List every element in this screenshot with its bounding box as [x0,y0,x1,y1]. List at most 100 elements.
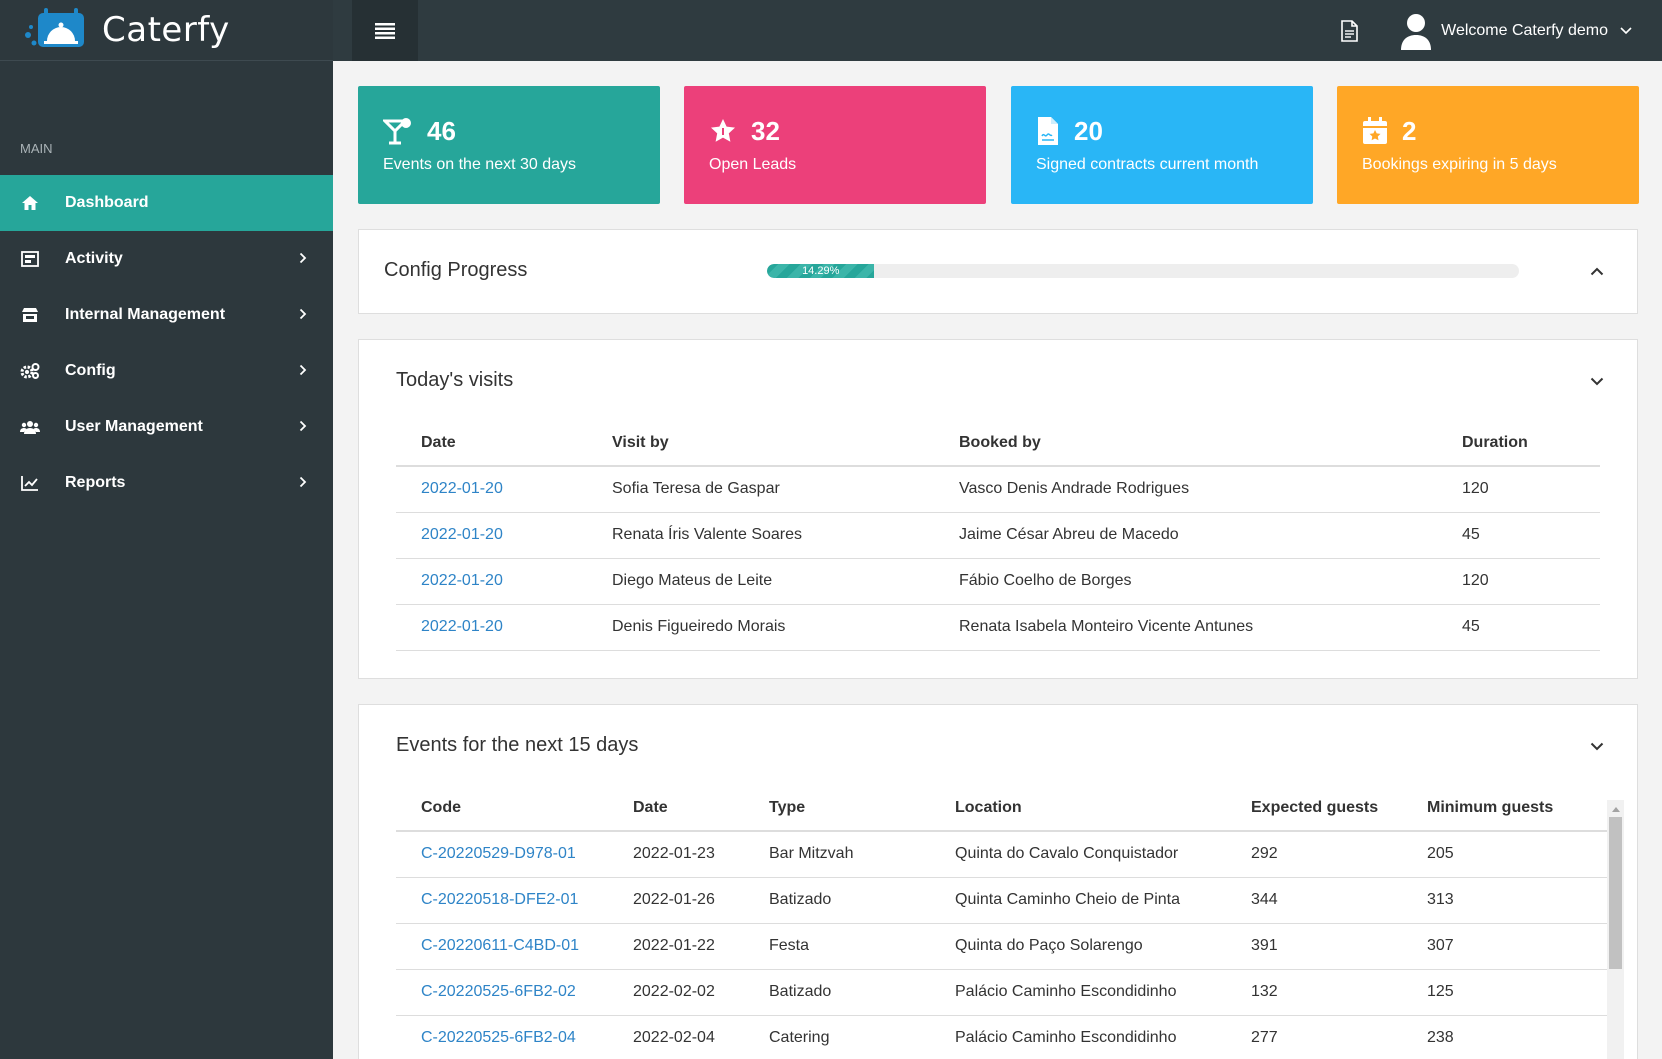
expected-guests-cell: 292 [1226,831,1402,878]
visit-date-link[interactable]: 2022-01-20 [421,572,503,589]
expected-guests-cell: 277 [1226,1015,1402,1059]
documents-button[interactable] [1329,11,1369,51]
column-header[interactable]: Booked by [934,420,1437,467]
visit-date-cell: 2022-01-20 [396,466,587,513]
column-header[interactable]: Duration [1437,420,1600,467]
sidebar-item-user-management[interactable]: User Management [0,399,333,455]
column-header[interactable]: Date [396,420,587,467]
chevron-right-icon [299,476,307,488]
minimum-guests-cell: 205 [1402,831,1607,878]
column-header[interactable]: Location [930,785,1226,832]
collapse-button[interactable] [1585,259,1609,283]
chevron-right-icon [299,420,307,432]
column-header[interactable]: Type [744,785,930,832]
sidebar-item-internal-management[interactable]: Internal Management [0,287,333,343]
config-progress-fill: 14.29% [767,264,875,278]
caterfy-logo-icon [22,5,96,55]
brand-name: Caterfy [102,10,230,50]
config-progress-card: Config Progress 14.29% [358,229,1638,314]
scroll-up-arrow-icon[interactable] [1607,800,1624,817]
sidebar-item-config[interactable]: Config [0,343,333,399]
date-cell: 2022-01-23 [608,831,744,878]
type-cell: Catering [744,1015,930,1059]
stat-card-events[interactable]: 46 Events on the next 30 days [358,86,660,204]
chevron-right-icon [299,308,307,320]
booked-by-cell: Jaime César Abreu de Macedo [934,512,1437,559]
column-header[interactable]: Expected guests [1226,785,1402,832]
stat-label: Bookings expiring in 5 days [1362,156,1557,173]
sidebar-item-reports[interactable]: Reports [0,455,333,511]
sidebar-section-label: MAIN [20,141,53,156]
upcoming-events-card: Events for the next 15 days Code Date Ty… [358,704,1638,1059]
collapse-button[interactable] [1585,369,1609,393]
sidebar-item-activity[interactable]: Activity [0,231,333,287]
chevron-down-icon [1590,377,1604,385]
visit-date-link[interactable]: 2022-01-20 [421,480,503,497]
duration-cell: 45 [1437,604,1600,651]
gears-icon [20,361,40,381]
code-cell: C-20220518-DFE2-01 [396,877,608,924]
code-cell: C-20220525-6FB2-04 [396,1015,608,1059]
location-cell: Quinta Caminho Cheio de Pinta [930,877,1226,924]
type-cell: Batizado [744,969,930,1016]
event-code-link[interactable]: C-20220518-DFE2-01 [421,891,578,908]
table-row: 2022-01-20 Sofia Teresa de Gaspar Vasco … [396,466,1600,513]
duration-cell: 45 [1437,512,1600,559]
contract-icon [1038,117,1058,145]
sidebar-item-label: Config [65,362,116,379]
sidebar-item-label: User Management [65,418,203,435]
welcome-text: Welcome Caterfy demo [1441,21,1608,39]
stat-card-contracts[interactable]: 20 Signed contracts current month [1011,86,1313,204]
visit-date-link[interactable]: 2022-01-20 [421,526,503,543]
chevron-right-icon [299,252,307,264]
visit-date-link[interactable]: 2022-01-20 [421,618,503,635]
visit-by-cell: Diego Mateus de Leite [587,558,934,605]
user-menu[interactable]: Welcome Caterfy demo [1399,12,1632,50]
chevron-down-icon [1620,26,1632,34]
visits-table: Date Visit by Booked by Duration 2022-01… [396,420,1600,651]
column-header[interactable]: Minimum guests [1402,785,1607,832]
expected-guests-cell: 132 [1226,969,1402,1016]
booked-by-cell: Vasco Denis Andrade Rodrigues [934,466,1437,513]
calendar-star-icon [1363,117,1387,144]
stat-card-bookings[interactable]: 2 Bookings expiring in 5 days [1337,86,1639,204]
menu-toggle-button[interactable] [352,0,418,61]
upcoming-events-title: Events for the next 15 days [396,734,639,756]
duration-cell: 120 [1437,466,1600,513]
chevron-right-icon [299,364,307,376]
stat-value: 46 [427,115,456,146]
document-icon [1341,19,1358,42]
table-row: C-20220525-6FB2-04 2022-02-04 Catering P… [396,1015,1607,1059]
location-cell: Quinta do Paço Solarengo [930,923,1226,970]
code-cell: C-20220525-6FB2-02 [396,969,608,1016]
event-code-link[interactable]: C-20220525-6FB2-04 [421,1029,576,1046]
duration-cell: 120 [1437,558,1600,605]
minimum-guests-cell: 238 [1402,1015,1607,1059]
stat-label: Open Leads [709,156,797,173]
users-icon [20,417,40,437]
visit-date-cell: 2022-01-20 [396,558,587,605]
scrollbar-thumb[interactable] [1609,817,1622,969]
top-bar: Caterfy Welcome Caterfy demo [0,0,1662,61]
location-cell: Palácio Caminho Escondidinho [930,1015,1226,1059]
collapse-button[interactable] [1585,734,1609,758]
column-header[interactable]: Visit by [587,420,934,467]
date-cell: 2022-02-02 [608,969,744,1016]
main-content: 46 Events on the next 30 days 32 Open Le… [333,61,1662,1059]
column-header[interactable]: Code [396,785,608,832]
chevron-up-icon [1590,267,1604,275]
stat-card-leads[interactable]: 32 Open Leads [684,86,986,204]
stat-value: 20 [1074,115,1103,146]
sidebar-item-dashboard[interactable]: Dashboard [0,175,333,231]
event-code-link[interactable]: C-20220611-C4BD-01 [421,937,579,954]
brand[interactable]: Caterfy [0,0,333,61]
events-table-scrollbar[interactable] [1607,800,1624,1059]
hamburger-icon [375,22,395,39]
column-header[interactable]: Date [608,785,744,832]
store-icon [20,305,40,325]
table-row: C-20220525-6FB2-02 2022-02-02 Batizado P… [396,969,1607,1016]
todays-visits-title: Today's visits [396,369,514,391]
event-code-link[interactable]: C-20220525-6FB2-02 [421,983,576,1000]
date-cell: 2022-02-04 [608,1015,744,1059]
event-code-link[interactable]: C-20220529-D978-01 [421,845,576,862]
